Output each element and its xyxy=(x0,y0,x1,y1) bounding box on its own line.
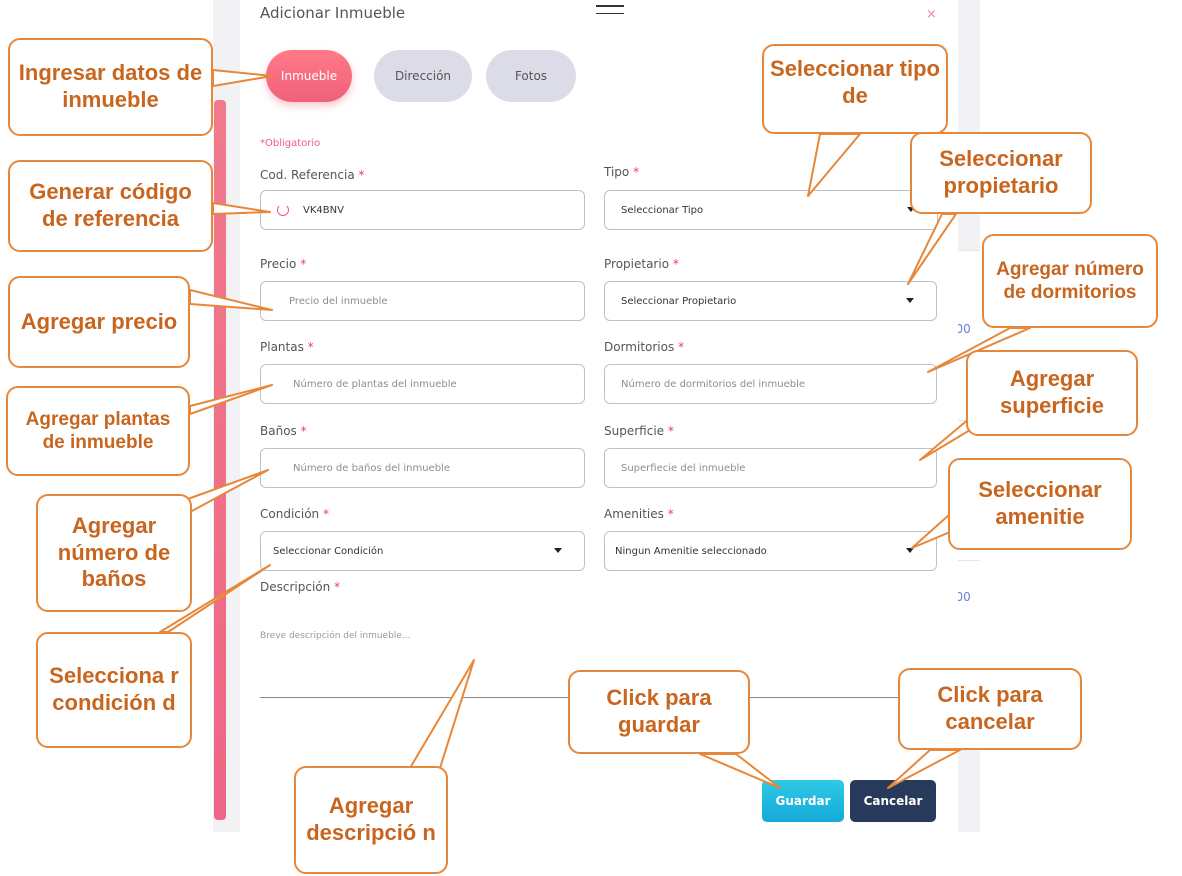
callout-banos: Agregar número de baños xyxy=(36,494,192,612)
callout-superficie: Agregar superficie xyxy=(966,350,1138,436)
callout-plantas: Agregar plantas de inmueble xyxy=(6,386,190,476)
callout-precio: Agregar precio xyxy=(8,276,190,368)
callout-tipo: Seleccionar tipo de xyxy=(762,44,948,134)
callout-guardar: Click para guardar xyxy=(568,670,750,754)
callout-dormitorios: Agregar número de dormitorios xyxy=(982,234,1158,328)
callout-propietario: Seleccionar propietario xyxy=(910,132,1092,214)
callout-descripcion: Agregar descripció n xyxy=(294,766,448,874)
callout-cancelar: Click para cancelar xyxy=(898,668,1082,750)
callout-condicion: Selecciona r condición d xyxy=(36,632,192,748)
callout-ingresar: Ingresar datos de inmueble xyxy=(8,38,213,136)
callout-amenitie: Seleccionar amenitie xyxy=(948,458,1132,550)
callout-generar: Generar código de referencia xyxy=(8,160,213,252)
